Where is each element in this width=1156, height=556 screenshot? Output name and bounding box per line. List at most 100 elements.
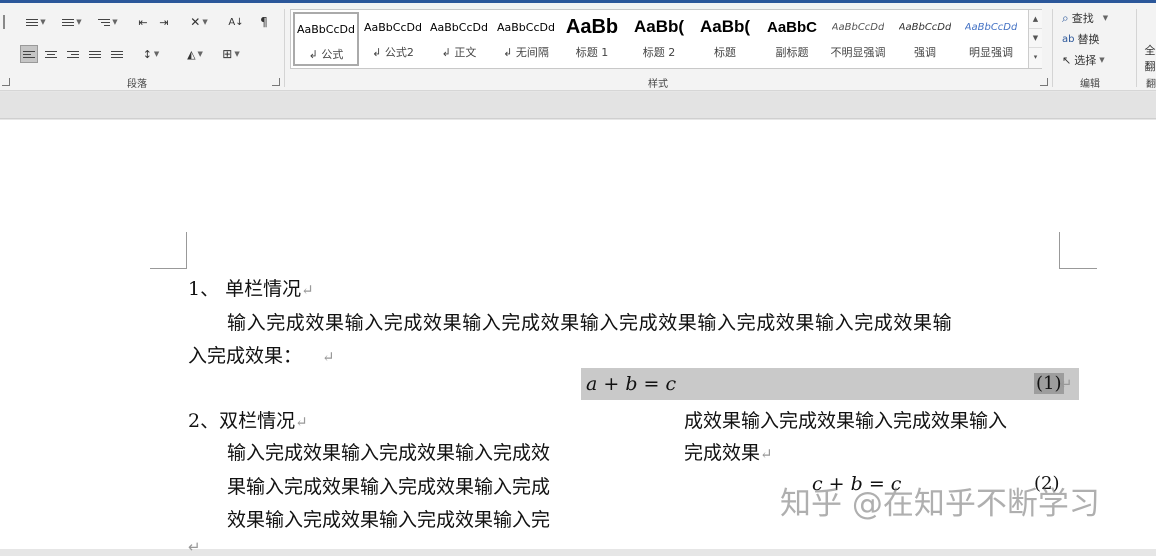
style-title[interactable]: AaBb( 标题 — [692, 12, 758, 66]
style-name: 标题 — [714, 46, 736, 59]
heading-two-column: 2、双栏情况↵ — [188, 406, 308, 433]
show-marks-button[interactable]: ¶ — [256, 13, 272, 31]
align-right-button[interactable] — [64, 45, 82, 63]
heading-single-column: 1、 单栏情况↵ — [188, 274, 314, 301]
cut-off-button[interactable]: 翻 — [1144, 57, 1156, 75]
style-sample: AaBbCcDd — [964, 21, 1018, 33]
replace-icon: ab — [1062, 33, 1075, 45]
body-text: 入完成效果： — [188, 345, 303, 367]
more-styles-icon[interactable]: ▾ — [1029, 48, 1042, 67]
paragraph-mark: ↵ — [188, 538, 201, 556]
select-button[interactable]: ↖ 选择 ▼ — [1062, 52, 1105, 68]
justify-icon — [89, 50, 101, 58]
margin-corner-mark — [186, 232, 187, 269]
scroll-down-icon[interactable]: ▼ — [1029, 29, 1042, 48]
font-dialog-launcher[interactable] — [2, 78, 10, 86]
align-center-button[interactable] — [42, 45, 60, 63]
ruler-area — [0, 92, 1156, 119]
style-sample: AaBbCcDd — [430, 20, 488, 34]
borders-icon: ⊞ — [222, 47, 233, 61]
left-column-line: 输入完成效果输入完成效果输入完成效 — [227, 442, 551, 464]
cut-off-group-label: 翻 — [1146, 79, 1156, 90]
style-sample: AaBbCcDd — [898, 21, 952, 33]
style-name: 明显强调 — [969, 46, 1013, 59]
editing-group-label: 编辑 — [1080, 79, 1100, 90]
paragraph-mark: ↵ — [760, 445, 773, 463]
styles-dialog-launcher[interactable] — [1040, 78, 1048, 86]
find-button[interactable]: ⌕ 查找 ▼ — [1062, 10, 1108, 26]
left-column-line: 果输入完成效果输入完成效果输入完成 — [227, 476, 551, 498]
distributed-icon — [111, 50, 123, 58]
chinese-layout-button[interactable]: ✕ ▼ — [184, 13, 214, 31]
style-sample: AaBbCcDd — [831, 21, 885, 33]
style-sample: AaBbCcDd — [297, 22, 355, 36]
paragraph-mark-icon: ¶ — [260, 15, 268, 29]
line-spacing-button[interactable]: ↕ ▼ — [136, 45, 166, 63]
search-icon: ⌕ — [1062, 10, 1069, 25]
style-no-spacing[interactable]: AaBbCcDd ↲ 无间隔 — [493, 12, 559, 66]
ribbon-edge — [2, 13, 6, 31]
style-sample: AaBbCcDd — [364, 20, 422, 34]
shading-button[interactable]: ◭ ▼ — [180, 45, 210, 63]
style-sample: AaBb( — [633, 17, 685, 36]
increase-indent-button[interactable]: ⇥ — [155, 13, 173, 31]
equation-1[interactable]: a + b = c — [586, 373, 676, 395]
style-sample: AaBb( — [699, 17, 751, 36]
replace-button[interactable]: ab 替换 — [1062, 31, 1099, 47]
left-column-line: 效果输入完成效果输入完成效果输入完 — [227, 509, 551, 531]
style-formula2[interactable]: AaBbCcDd ↲ 公式2 — [360, 12, 426, 66]
style-intense-emphasis[interactable]: AaBbCcDd 明显强调 — [958, 12, 1024, 66]
styles-group-label: 样式 — [648, 79, 668, 90]
watermark: 知乎 @在知乎不断学习 — [780, 486, 1100, 522]
align-right-icon — [67, 50, 79, 58]
style-normal[interactable]: AaBbCcDd ↲ 正文 — [426, 12, 492, 66]
line-spacing-icon: ↕ — [142, 47, 152, 61]
paragraph-group-label: 段落 — [127, 79, 147, 90]
styles-gallery: AaBbCcDd ↲ 公式 AaBbCcDd ↲ 公式2 AaBbCcDd ↲ … — [290, 9, 1042, 69]
multilevel-list-button[interactable]: ▼ — [92, 13, 124, 31]
style-name: 标题 2 — [642, 46, 676, 59]
style-heading-1[interactable]: AaBb 标题 1 — [559, 12, 625, 66]
increase-indent-icon: ⇥ — [159, 15, 169, 29]
right-column-line: 完成效果↵ — [684, 438, 773, 465]
style-formula[interactable]: AaBbCcDd ↲ 公式 — [293, 12, 359, 66]
heading-text: 1、 单栏情况 — [188, 278, 302, 300]
align-center-icon — [45, 50, 57, 58]
chinese-layout-icon: ✕ — [190, 15, 201, 29]
body-line: 入完成效果： ↵ — [188, 341, 335, 368]
margin-corner-mark — [1059, 268, 1097, 269]
distributed-button[interactable] — [108, 45, 126, 63]
scroll-up-icon[interactable]: ▲ — [1029, 10, 1042, 29]
group-divider — [1136, 9, 1137, 87]
numbering-button[interactable]: ▼ — [56, 13, 88, 31]
style-subtle-emphasis[interactable]: AaBbCcDd 不明显强调 — [825, 12, 891, 66]
style-name: ↲ 正文 — [441, 46, 477, 59]
margin-corner-mark — [150, 268, 187, 269]
align-left-icon — [23, 50, 35, 58]
style-name: 副标题 — [775, 46, 809, 59]
align-left-button[interactable] — [20, 45, 38, 63]
sort-button[interactable]: A↓ — [226, 13, 246, 31]
style-name: ↲ 公式2 — [372, 46, 414, 59]
margin-corner-mark — [1059, 232, 1060, 269]
decrease-indent-icon: ⇤ — [138, 15, 148, 29]
borders-button[interactable]: ⊞ ▼ — [216, 45, 246, 63]
ribbon: ▼ ▼ ▼ ⇤ ⇥ ✕ ▼ A↓ ¶ ↕ ▼ ◭ ▼ ⊞ ▼ 段落 AaBbCcDd ↲… — [0, 3, 1156, 91]
heading-text: 2、双栏情况 — [188, 410, 296, 432]
styles-gallery-scroll[interactable]: ▲ ▼ ▾ — [1028, 10, 1042, 68]
justify-button[interactable] — [86, 45, 104, 63]
decrease-indent-button[interactable]: ⇤ — [134, 13, 152, 31]
style-name: 标题 1 — [575, 46, 609, 59]
style-heading-2[interactable]: AaBb( 标题 2 — [626, 12, 692, 66]
paragraph-dialog-launcher[interactable] — [272, 78, 280, 86]
paragraph-mark: ↵ — [301, 281, 314, 299]
replace-label: 替换 — [1077, 33, 1100, 46]
style-name: ↲ 无间隔 — [503, 46, 549, 59]
bullets-button[interactable]: ▼ — [20, 13, 52, 31]
style-emphasis[interactable]: AaBbCcDd 强调 — [892, 12, 958, 66]
paint-bucket-icon: ◭ — [187, 47, 196, 61]
paragraph-mark: ↵ — [1060, 375, 1073, 393]
select-label: 选择 — [1074, 54, 1097, 67]
style-subtitle[interactable]: AaBbC 副标题 — [759, 12, 825, 66]
style-sample: AaBbCcDd — [497, 20, 555, 34]
